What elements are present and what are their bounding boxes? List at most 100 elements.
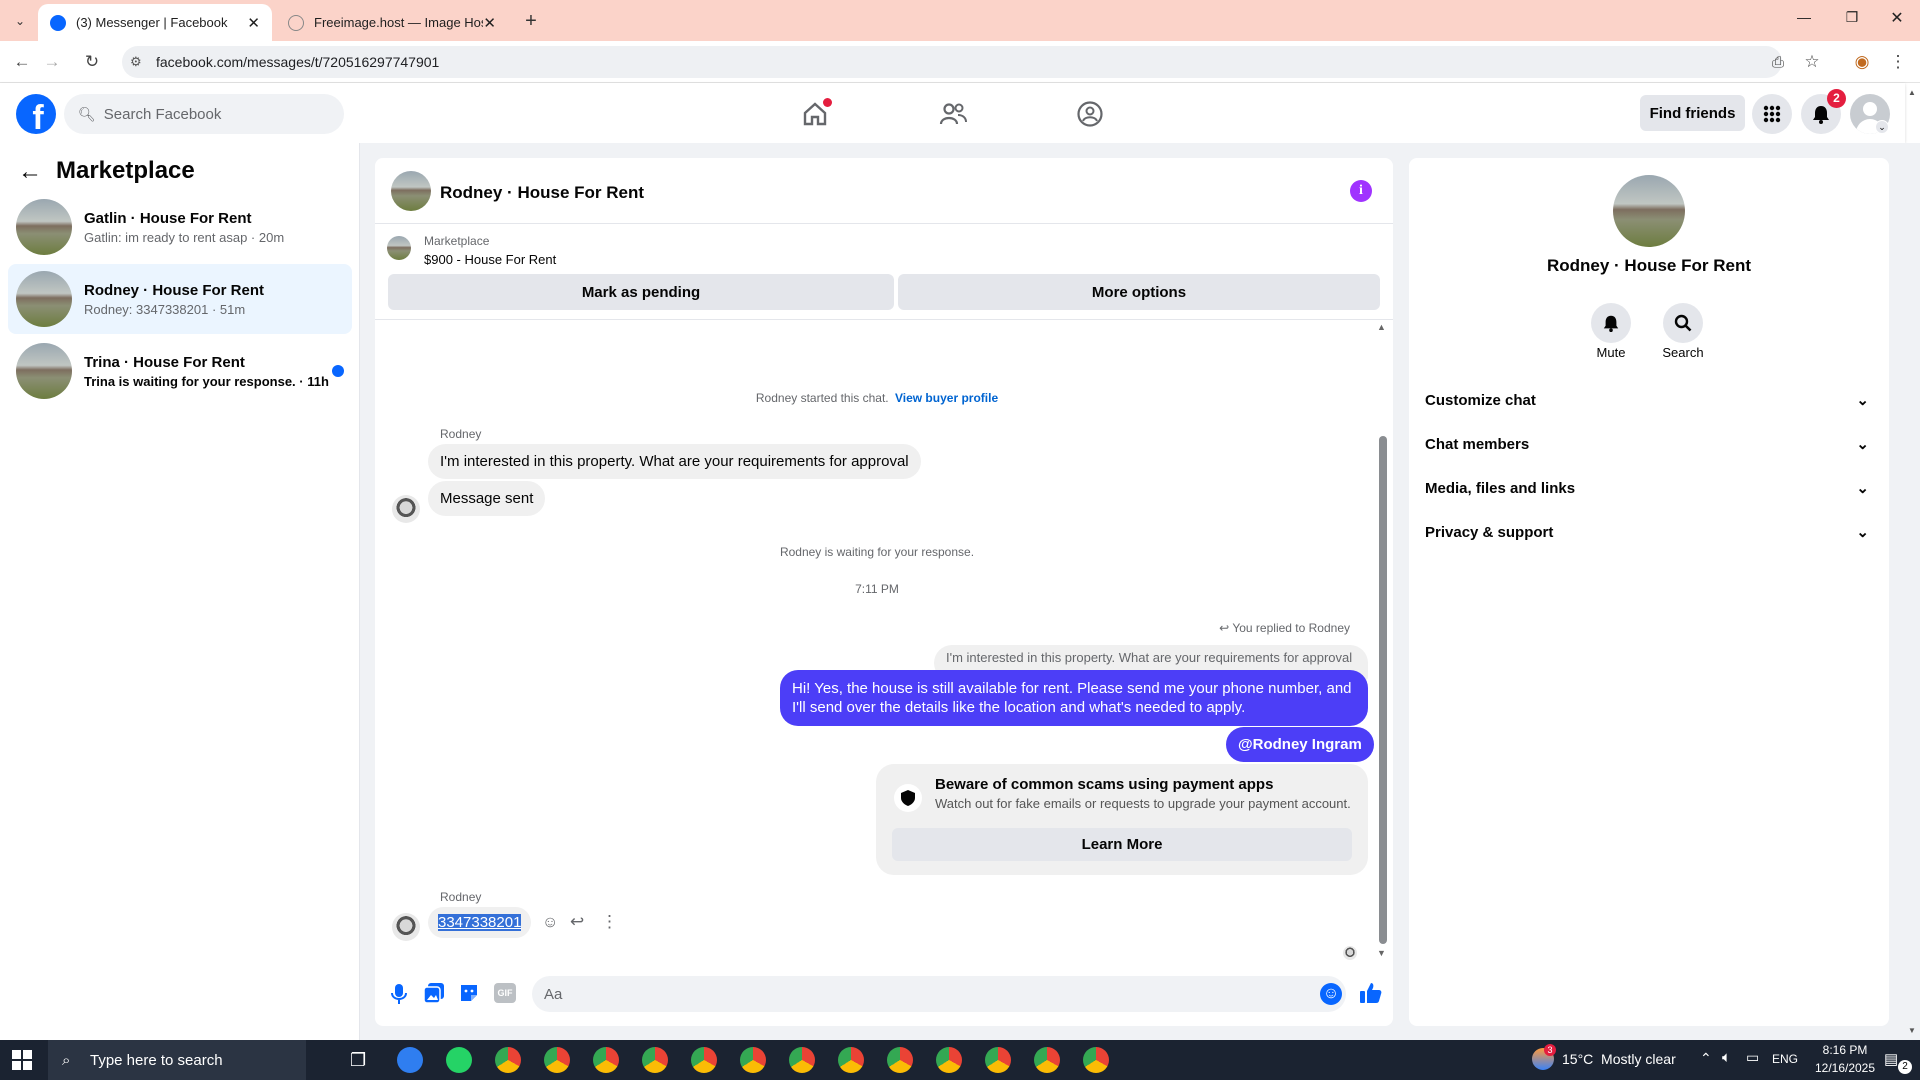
action-center-icon[interactable]: ▤	[1884, 1050, 1898, 1068]
chrome-icon[interactable]	[1083, 1047, 1109, 1073]
close-tab-icon[interactable]: ✕	[483, 14, 496, 32]
install-app-icon[interactable]: ⎙	[1764, 48, 1792, 76]
conversation-info-icon[interactable]: i	[1350, 180, 1372, 202]
back-icon[interactable]: ←	[8, 48, 36, 76]
listing-detail[interactable]: $900 - House For Rent	[424, 252, 556, 267]
account-chevron-icon[interactable]: ⌄	[1875, 120, 1889, 134]
selected-phone-text[interactable]: 3347338201	[438, 914, 522, 931]
chrome-icon[interactable]	[985, 1047, 1011, 1073]
react-emoji-icon[interactable]: ☺	[542, 914, 558, 932]
show-hidden-icons[interactable]: ⌃	[1700, 1050, 1712, 1067]
conversation-item-rodney[interactable]: Rodney · House For Rent Rodney: 33473382…	[8, 264, 352, 334]
address-bar[interactable]: ⚙ facebook.com/messages/t/72051629774790…	[122, 46, 1782, 78]
mark-as-pending-button[interactable]: Mark as pending	[388, 274, 894, 310]
incoming-phone-message[interactable]: 3347338201	[428, 907, 532, 938]
microphone-icon[interactable]	[388, 982, 410, 1006]
browser-menu-icon[interactable]: ⋮	[1884, 48, 1912, 76]
page-scroll-down-icon[interactable]: ▼	[1908, 1026, 1916, 1035]
network-icon[interactable]: ▭	[1746, 1049, 1759, 1066]
language-indicator[interactable]: ENG	[1772, 1052, 1798, 1066]
minimize-icon[interactable]: —	[1792, 9, 1816, 31]
chat-header-avatar[interactable]	[391, 171, 431, 211]
tab-search-button[interactable]: ⌄	[8, 10, 32, 32]
chrome-icon[interactable]	[544, 1047, 570, 1073]
incoming-message[interactable]: Message sent	[428, 481, 546, 516]
search-facebook-input[interactable]: 🔍︎ Search Facebook	[64, 94, 344, 134]
chrome-icon[interactable]	[495, 1047, 521, 1073]
chrome-icon[interactable]	[887, 1047, 913, 1073]
groups-icon[interactable]	[1070, 98, 1110, 130]
tab-freeimage[interactable]: Freeimage.host — Image Hosti ✕	[276, 4, 508, 41]
app-icon-messenger[interactable]	[397, 1047, 423, 1073]
windows-start-icon[interactable]	[12, 1050, 32, 1070]
sender-avatar[interactable]	[392, 913, 420, 941]
more-actions-icon[interactable]: ⋮	[601, 912, 618, 932]
new-tab-button[interactable]: +	[518, 8, 544, 34]
notification-badge: 2	[1827, 89, 1846, 108]
learn-more-button[interactable]: Learn More	[892, 828, 1352, 861]
conversation-item-trina[interactable]: Trina · House For Rent Trina is waiting …	[8, 336, 352, 406]
chrome-icon[interactable]	[936, 1047, 962, 1073]
mute-label: Mute	[1596, 345, 1626, 360]
chat-scrollbar-thumb[interactable]	[1379, 436, 1387, 944]
clock-date[interactable]: 12/16/2025	[1810, 1061, 1880, 1075]
facebook-logo[interactable]: f	[16, 94, 56, 134]
chrome-icon[interactable]	[593, 1047, 619, 1073]
find-friends-button[interactable]: Find friends	[1640, 95, 1745, 131]
sender-name: Rodney	[440, 890, 482, 904]
tab-messenger[interactable]: (3) Messenger | Facebook ✕	[38, 4, 272, 41]
chat-members-section[interactable]: Chat members ⌄	[1425, 426, 1877, 462]
search-conversation-button[interactable]	[1663, 303, 1703, 343]
taskbar-search-box[interactable]: ⌕ Type here to search	[48, 1040, 306, 1080]
close-window-icon[interactable]: ✕	[1885, 8, 1909, 30]
outgoing-mention-message[interactable]: @Rodney Ingram	[1226, 727, 1374, 762]
more-options-button[interactable]: More options	[898, 274, 1380, 310]
emoji-picker-icon[interactable]: ☺	[1320, 983, 1342, 1005]
privacy-support-section[interactable]: Privacy & support ⌄	[1425, 514, 1877, 550]
reply-icon[interactable]: ↩	[570, 912, 584, 932]
bookmark-star-icon[interactable]: ☆	[1798, 48, 1826, 76]
chrome-icon[interactable]	[642, 1047, 668, 1073]
profile-icon[interactable]: ◉	[1848, 48, 1876, 76]
chevron-down-icon: ⌄	[1856, 436, 1869, 453]
chrome-icon[interactable]	[789, 1047, 815, 1073]
clock-time[interactable]: 8:16 PM	[1810, 1043, 1880, 1057]
message-input[interactable]: Aa	[532, 976, 1346, 1012]
chrome-icon[interactable]	[838, 1047, 864, 1073]
thumbs-up-icon[interactable]	[1359, 981, 1383, 1005]
friends-icon[interactable]	[933, 98, 973, 130]
sticker-icon[interactable]	[458, 982, 480, 1004]
chat-scroll-up-icon[interactable]: ▲	[1377, 322, 1386, 332]
conversation-item-gatlin[interactable]: Gatlin · House For Rent Gatlin: im ready…	[8, 192, 352, 262]
attach-photo-icon[interactable]	[423, 982, 445, 1004]
listing-thumbnail	[16, 343, 72, 399]
home-icon[interactable]	[795, 98, 835, 130]
sender-avatar[interactable]	[392, 495, 420, 523]
back-arrow-icon[interactable]: ←	[18, 158, 42, 186]
outgoing-reply-message[interactable]: Hi! Yes, the house is still available fo…	[780, 670, 1368, 726]
gif-icon[interactable]: GIF	[494, 983, 516, 1003]
mute-button[interactable]	[1591, 303, 1631, 343]
site-info-icon[interactable]: ⚙	[130, 54, 142, 70]
view-buyer-profile-link[interactable]: View buyer profile	[895, 391, 998, 405]
task-view-icon[interactable]: ❐	[350, 1050, 366, 1071]
close-tab-icon[interactable]: ✕	[247, 14, 260, 32]
chrome-icon[interactable]	[691, 1047, 717, 1073]
reload-icon[interactable]: ↻	[78, 48, 106, 76]
customize-chat-section[interactable]: Customize chat ⌄	[1425, 382, 1877, 418]
forward-icon[interactable]: →	[38, 48, 66, 76]
media-files-links-section[interactable]: Media, files and links ⌄	[1425, 470, 1877, 506]
volume-icon[interactable]: 🔈︎	[1722, 1049, 1731, 1066]
chat-scroll-down-icon[interactable]: ▼	[1377, 948, 1386, 958]
chat-title[interactable]: Rodney · House For Rent	[440, 183, 644, 203]
restore-icon[interactable]: ❐	[1840, 9, 1864, 31]
weather-text[interactable]: 15°C Mostly clear	[1562, 1051, 1676, 1067]
app-icon-whatsapp[interactable]	[446, 1047, 472, 1073]
page-scroll-up-icon[interactable]: ▲	[1908, 88, 1916, 97]
chrome-icon[interactable]	[1034, 1047, 1060, 1073]
incoming-message[interactable]: I'm interested in this property. What ar…	[428, 444, 921, 479]
menu-grid-icon[interactable]	[1752, 94, 1792, 134]
chrome-icon[interactable]	[740, 1047, 766, 1073]
sender-name: Rodney	[440, 427, 482, 441]
taskbar-search-placeholder: Type here to search	[90, 1051, 223, 1069]
